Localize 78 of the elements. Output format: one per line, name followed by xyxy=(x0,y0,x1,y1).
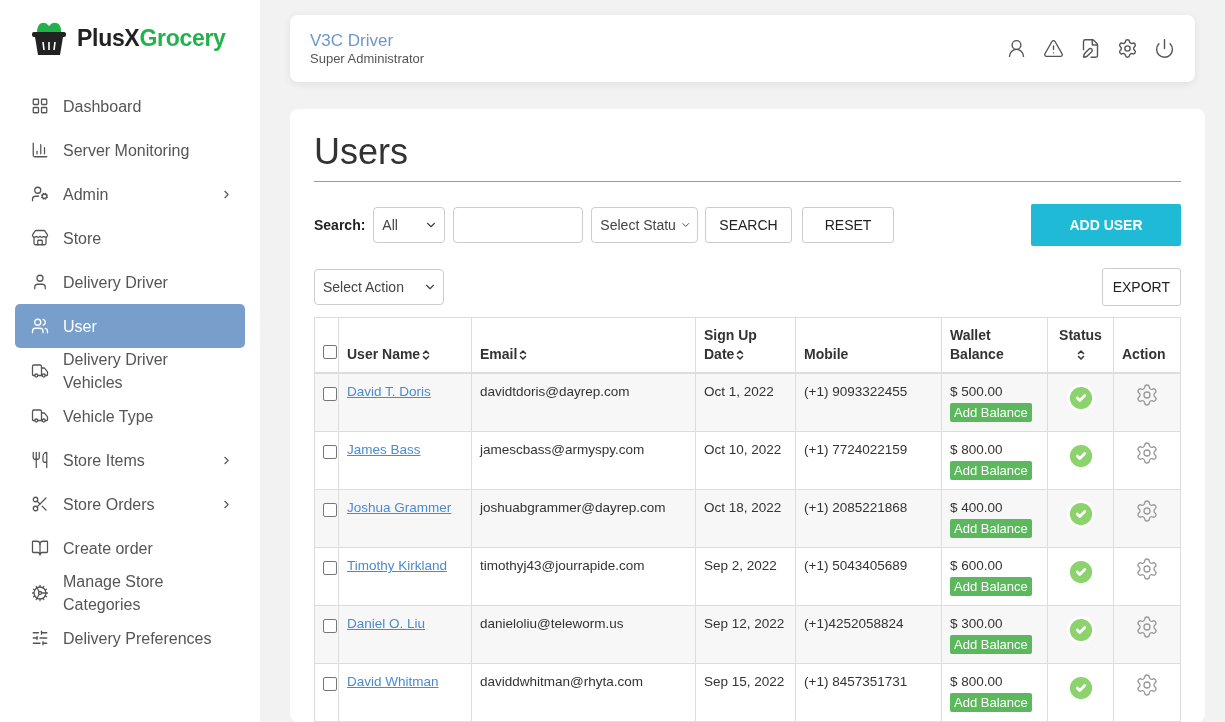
row-checkbox[interactable] xyxy=(323,677,337,691)
mobile-cell: (+1) 2085221868 xyxy=(795,489,942,548)
sidebar-item[interactable]: Delivery Preferences xyxy=(15,616,245,660)
chart-icon xyxy=(31,141,49,159)
user-name-link[interactable]: David Whitman xyxy=(347,674,439,689)
sidebar-item[interactable]: Manage Store Categories xyxy=(15,570,245,616)
mobile-cell: (+1) 5043405689 xyxy=(795,547,942,606)
sidebar-item[interactable]: Admin xyxy=(15,172,245,216)
date-cell: Sep 2, 2022 xyxy=(695,547,796,606)
scissors-icon xyxy=(31,495,49,513)
profile-button[interactable] xyxy=(1006,38,1027,59)
truck-icon xyxy=(31,362,49,380)
search-field[interactable] xyxy=(453,207,584,243)
date-cell: Sep 12, 2022 xyxy=(695,605,796,664)
row-checkbox[interactable] xyxy=(323,503,337,517)
balance-text: $ 600.00 xyxy=(950,557,1004,575)
email-cell: daviddwhitman@rhyta.com xyxy=(471,663,696,722)
date-cell: Sep 15, 2022 xyxy=(695,663,796,722)
truck-icon xyxy=(31,407,49,425)
action-select[interactable]: Select Action xyxy=(314,269,444,305)
select-all-checkbox[interactable] xyxy=(323,345,337,359)
email-cell: danieloliu@teleworm.us xyxy=(471,605,696,664)
alert-button[interactable] xyxy=(1043,38,1064,59)
power-button[interactable] xyxy=(1154,38,1175,59)
user-name: V3C Driver xyxy=(310,31,395,51)
sidebar-item[interactable]: Delivery Driver Vehicles xyxy=(15,348,245,394)
sidebar-item[interactable]: Store Items xyxy=(15,438,245,482)
email-cell: timothyj43@jourrapide.com xyxy=(471,547,696,606)
cog-icon xyxy=(31,584,49,602)
book-icon xyxy=(31,539,49,557)
sidebar-item[interactable]: Store xyxy=(15,216,245,260)
mobile-cell: (+1) 7724022159 xyxy=(795,431,942,490)
check-circle-icon[interactable] xyxy=(1065,499,1096,529)
settings-button[interactable] xyxy=(1117,38,1138,59)
sidebar-item[interactable]: Dashboard xyxy=(15,84,245,128)
export-button[interactable]: EXPORT xyxy=(1101,268,1181,306)
edit-button[interactable] xyxy=(1080,38,1101,59)
balance-text: $ 800.00 xyxy=(950,673,1004,691)
user-name-link[interactable]: James Bass xyxy=(347,442,421,457)
store-icon xyxy=(31,229,49,247)
grid-icon xyxy=(31,97,49,115)
sidebar-item[interactable]: Store Orders xyxy=(15,482,245,526)
row-checkbox[interactable] xyxy=(323,561,337,575)
search-label: Search: xyxy=(314,217,366,233)
date-cell: Oct 18, 2022 xyxy=(695,489,796,548)
row-checkbox[interactable] xyxy=(323,619,337,633)
date-cell: Oct 10, 2022 xyxy=(695,431,796,490)
email-cell: jamescbass@armyspy.com xyxy=(471,431,696,490)
balance-text: $ 800.00 xyxy=(950,441,1004,459)
utensils-icon xyxy=(31,451,49,469)
page-title: Users xyxy=(314,131,1181,182)
email-cell: davidtdoris@dayrep.com xyxy=(471,373,696,432)
field-select[interactable]: All xyxy=(373,207,446,243)
status-select[interactable]: Select Statu xyxy=(591,207,699,243)
row-checkbox[interactable] xyxy=(323,445,337,459)
check-circle-icon[interactable] xyxy=(1065,383,1096,413)
person-icon xyxy=(31,273,49,291)
email-cell: joshuabgrammer@dayrep.com xyxy=(471,489,696,548)
row-checkbox[interactable] xyxy=(323,387,337,401)
date-cell: Oct 1, 2022 xyxy=(695,373,796,432)
sidebar-item[interactable]: Delivery Driver xyxy=(15,260,245,304)
reset-button[interactable]: RESET xyxy=(801,207,895,243)
mobile-cell: (+1) 9093322455 xyxy=(795,373,942,432)
balance-text: $ 500.00 xyxy=(950,383,1004,401)
balance-text: $ 300.00 xyxy=(950,615,1004,633)
user-name-link[interactable]: Timothy Kirkland xyxy=(347,558,448,573)
user-role: Super Administrator xyxy=(310,51,426,66)
sliders-icon xyxy=(31,629,49,647)
mobile-cell: (+1)4252058824 xyxy=(795,605,942,664)
sidebar-item[interactable]: Server Monitoring xyxy=(15,128,245,172)
check-circle-icon[interactable] xyxy=(1065,615,1096,645)
logo-text: PlusXGrocery xyxy=(77,24,226,52)
mobile-cell: (+1) 8457351731 xyxy=(795,663,942,722)
sidebar-item[interactable]: Vehicle Type xyxy=(15,394,245,438)
sidebar-item[interactable]: Create order xyxy=(15,526,245,570)
balance-text: $ 400.00 xyxy=(950,499,1004,517)
people-icon xyxy=(31,317,49,335)
search-button[interactable]: SEARCH xyxy=(705,207,792,243)
